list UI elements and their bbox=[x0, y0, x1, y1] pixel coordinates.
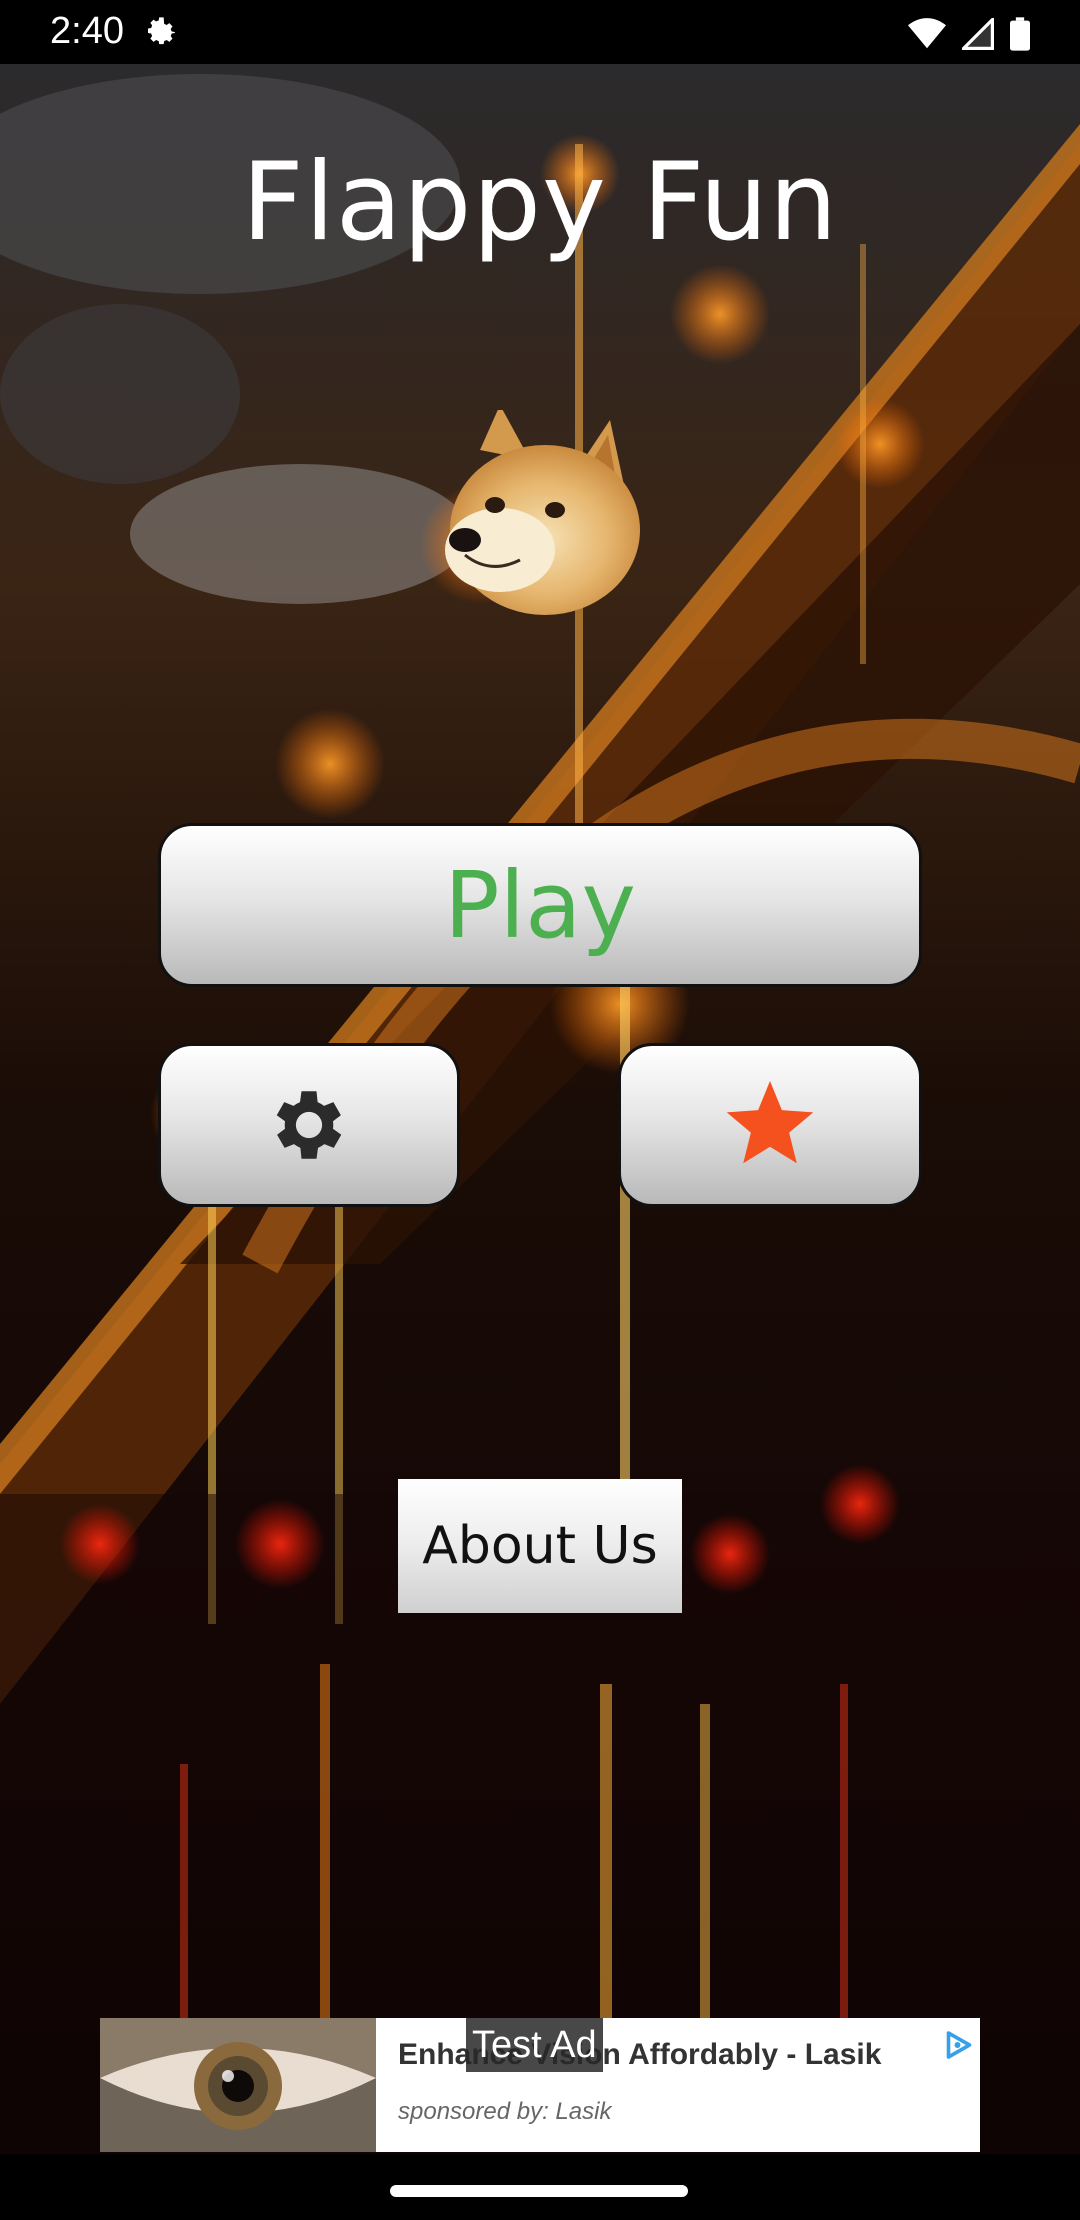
wifi-icon bbox=[908, 18, 946, 49]
settings-gear-icon bbox=[148, 17, 175, 45]
doge-icon bbox=[445, 410, 640, 615]
status-time: 2:40 bbox=[50, 10, 124, 52]
about-us-label: About Us bbox=[422, 1516, 658, 1576]
home-gesture-handle[interactable] bbox=[390, 2185, 688, 2197]
ad-choices-icon[interactable] bbox=[944, 2030, 974, 2060]
rate-button[interactable] bbox=[618, 1043, 922, 1207]
star-icon bbox=[726, 1081, 814, 1164]
screen: 2:40 Flappy Fun Play About Us Enhance Vi… bbox=[0, 0, 1080, 2220]
signal-icon bbox=[962, 18, 994, 50]
eye-icon bbox=[100, 2018, 376, 2152]
status-bar: 2:40 bbox=[0, 0, 1080, 64]
battery-icon bbox=[1010, 17, 1030, 51]
navigation-bar bbox=[0, 2154, 1080, 2220]
play-button-label: Play bbox=[444, 851, 636, 959]
about-us-button[interactable]: About Us bbox=[398, 1479, 682, 1613]
app-title: Flappy Fun bbox=[241, 140, 839, 265]
status-icons bbox=[908, 14, 1030, 54]
gear-icon bbox=[276, 1091, 342, 1159]
settings-button[interactable] bbox=[158, 1043, 460, 1207]
ad-sponsor: sponsored by: Lasik bbox=[398, 2098, 612, 2125]
play-button[interactable]: Play bbox=[158, 823, 922, 987]
test-ad-badge: Test Ad bbox=[466, 2018, 603, 2072]
